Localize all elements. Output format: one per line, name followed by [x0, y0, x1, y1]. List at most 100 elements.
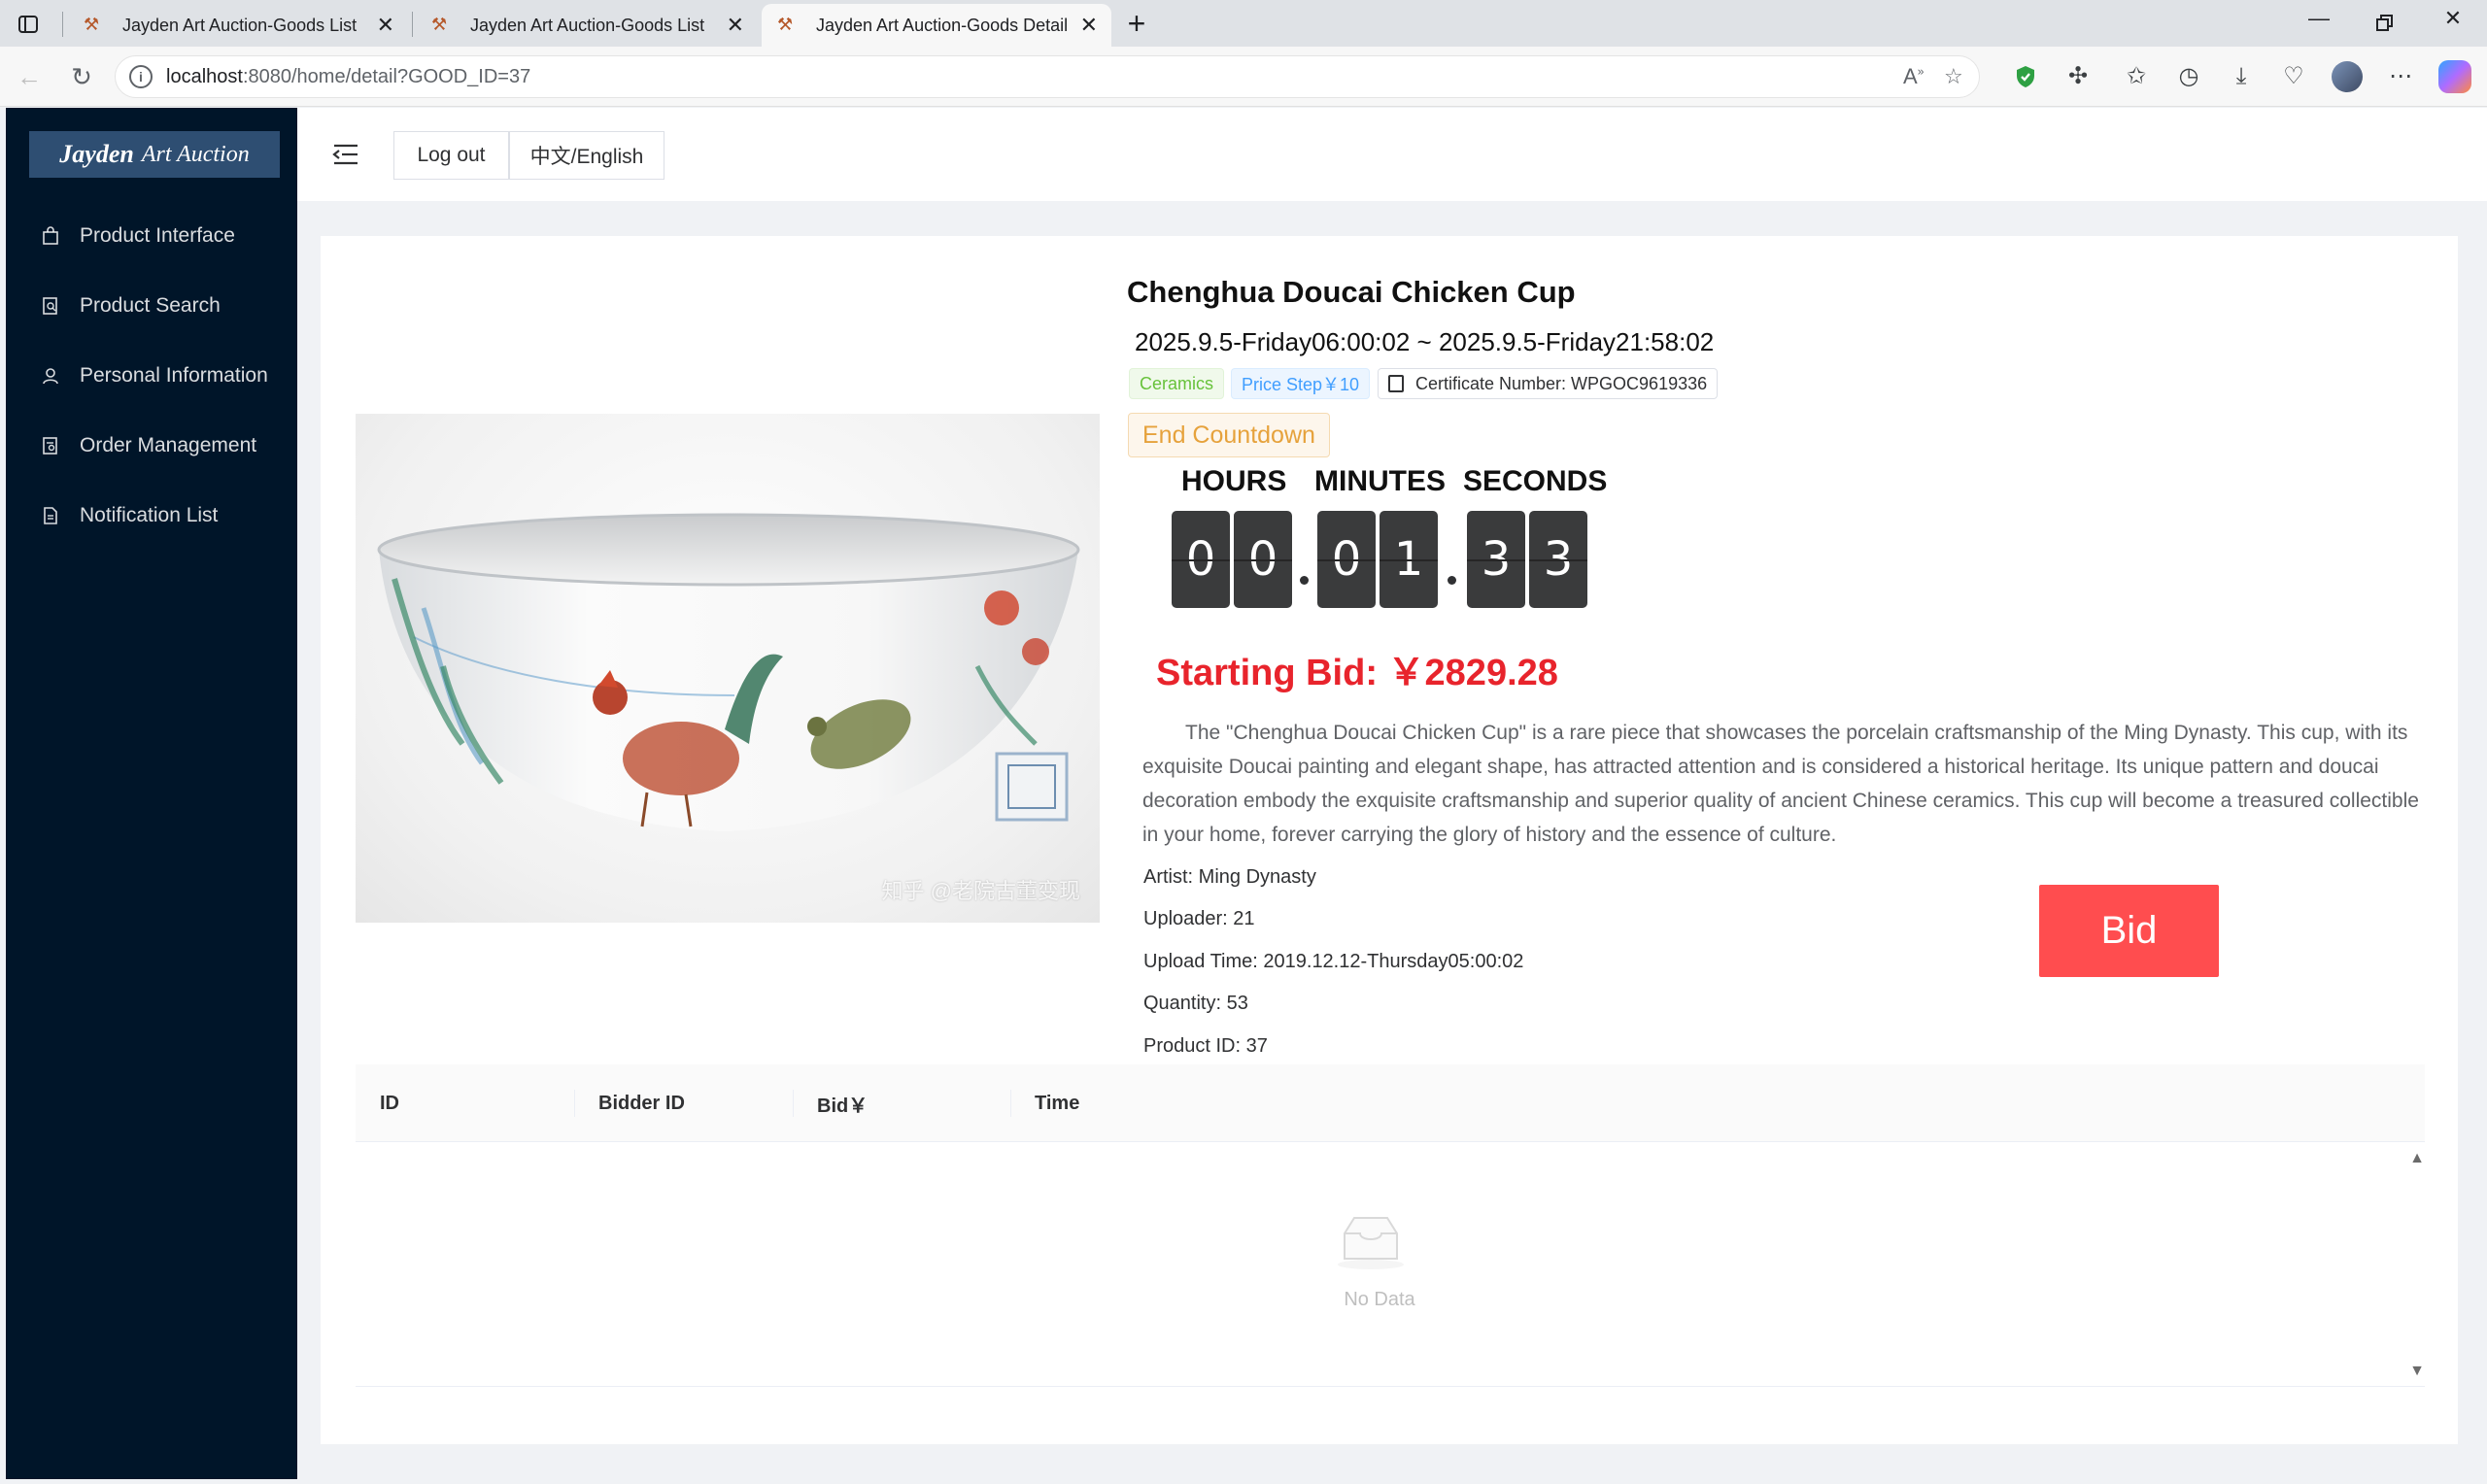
scroll-up-arrow-icon[interactable]: ▲ — [2409, 1150, 2425, 1167]
certificate-icon — [1388, 375, 1404, 392]
gavel-icon: ⚒ — [777, 15, 794, 34]
sidebar-item-label: Product Search — [80, 294, 221, 317]
countdown-digit: 3 — [1467, 511, 1525, 608]
bid-table-body: ▲ No Data ▼ — [356, 1142, 2425, 1387]
language-toggle-button[interactable]: 中文/English — [509, 131, 664, 180]
close-icon[interactable]: ✕ — [727, 13, 744, 38]
user-icon — [43, 368, 58, 385]
download-icon[interactable]: ⤓ — [2225, 60, 2258, 93]
url-field[interactable]: i localhost:8080/home/detail?GOOD_ID=37 … — [115, 55, 1980, 98]
countdown-digit: 0 — [1172, 511, 1230, 608]
url-text: localhost:8080/home/detail?GOOD_ID=37 — [166, 66, 531, 87]
column-divider — [574, 1090, 575, 1117]
close-icon[interactable]: ✕ — [1080, 13, 1098, 38]
copilot-icon[interactable] — [2438, 60, 2471, 93]
profile-avatar[interactable] — [2332, 61, 2363, 92]
document-icon — [44, 507, 57, 524]
image-watermark: 知乎 @老院古董变现 — [881, 879, 1080, 903]
product-description: The "Chenghua Doucai Chicken Cup" is a r… — [1142, 722, 2419, 846]
read-aloud-icon[interactable]: A» — [1903, 64, 1924, 89]
browser-address-bar: ← ↻ i localhost:8080/home/detail?GOOD_ID… — [0, 47, 2487, 107]
certificate-number: Certificate Number: WPGOC9619336 — [1415, 373, 1708, 393]
quantity-info: Quantity: 53 — [1143, 993, 1248, 1014]
category-tag: Ceramics — [1129, 368, 1225, 399]
uploader-info: Uploader: 21 — [1143, 908, 1255, 929]
shopping-bag-icon — [43, 226, 58, 245]
sidebar-item-label: Order Management — [80, 434, 257, 456]
browser-tab-goods-list-2[interactable]: ⚒ Jayden Art Auction-Goods List ✕ — [416, 4, 758, 47]
info-icon[interactable]: i — [129, 65, 153, 88]
back-arrow-icon[interactable]: ← — [12, 60, 47, 95]
cup-illustration — [377, 513, 1080, 831]
app-logo[interactable]: Jayden Art Auction — [29, 131, 280, 178]
product-image: 知乎 @老院古董变现 — [356, 414, 1100, 923]
upload-time-info: Upload Time: 2019.12.12-Thursday05:00:02 — [1143, 951, 1524, 972]
sidebar-item-product-interface[interactable]: Product Interface — [6, 209, 297, 263]
sidebar-item-notification-list[interactable]: Notification List — [6, 489, 297, 543]
new-tab-icon[interactable]: + — [1117, 4, 1156, 43]
minutes-label: MINUTES — [1314, 465, 1446, 497]
countdown-digit: 0 — [1317, 511, 1376, 608]
tab-title: Jayden Art Auction-Goods List — [122, 15, 358, 35]
restore-icon[interactable] — [2361, 6, 2409, 39]
tab-title: Jayden Art Auction-Goods Detail — [816, 15, 1069, 35]
column-header-id[interactable]: ID — [380, 1064, 399, 1142]
sidebar-item-product-search[interactable]: Product Search — [6, 279, 297, 333]
gavel-icon: ⚒ — [84, 15, 100, 34]
sidebar: Jayden Art Auction Product Interface Pro… — [6, 108, 297, 1479]
auction-date-range: 2025.9.5-Friday06:00:02 ~ 2025.9.5-Frida… — [1135, 327, 1715, 356]
product-id-info: Product ID: 37 — [1143, 1035, 1268, 1057]
history-icon[interactable]: ◷ — [2172, 60, 2205, 93]
seconds-label: SECONDS — [1463, 465, 1608, 497]
search-document-icon — [43, 297, 57, 315]
empty-inbox-icon — [1338, 1217, 1404, 1269]
window-close-icon[interactable]: ✕ — [2429, 6, 2477, 31]
extensions-puzzle-icon[interactable]: ✣ — [2061, 60, 2095, 93]
product-detail-card: 知乎 @老院古董变现 Chenghua Doucai Chicken Cup 2… — [321, 236, 2458, 1444]
reload-icon[interactable]: ↻ — [64, 60, 99, 95]
hours-label: HOURS — [1181, 465, 1287, 497]
price-step-tag: Price Step￥10 — [1231, 368, 1371, 399]
countdown-digit: 3 — [1529, 511, 1587, 608]
starting-bid: Starting Bid: ￥2829.28 — [1156, 653, 1558, 693]
logout-button[interactable]: Log out — [393, 131, 509, 180]
browser-tab-bar: ⚒ Jayden Art Auction-Goods List ✕ ⚒ Jayd… — [0, 0, 2487, 47]
countdown-separator — [1448, 576, 1456, 585]
empty-state-text: No Data — [1344, 1289, 1415, 1310]
shield-extension-icon[interactable] — [2009, 60, 2042, 93]
tab-actions-icon[interactable] — [12, 8, 45, 41]
scroll-down-arrow-icon[interactable]: ▼ — [2409, 1363, 2425, 1380]
certificate-tag: Certificate Number: WPGOC9619336 — [1378, 368, 1719, 399]
column-divider — [793, 1090, 794, 1117]
browser-tab-goods-detail[interactable]: ⚒ Jayden Art Auction-Goods Detail ✕ — [762, 4, 1111, 47]
close-icon[interactable]: ✕ — [377, 13, 394, 38]
column-header-time[interactable]: Time — [1035, 1064, 1079, 1142]
sidebar-item-label: Product Interface — [80, 224, 235, 247]
browser-tab-goods-list-1[interactable]: ⚒ Jayden Art Auction-Goods List ✕ — [68, 4, 408, 47]
sidebar-item-label: Notification List — [80, 504, 219, 526]
product-title: Chenghua Doucai Chicken Cup — [1127, 275, 1576, 309]
top-header: Log out 中文/English — [297, 108, 2487, 201]
end-countdown-label: End Countdown — [1128, 413, 1330, 457]
column-divider — [1010, 1090, 1011, 1117]
countdown-digit: 0 — [1234, 511, 1292, 608]
column-header-bidder-id[interactable]: Bidder ID — [598, 1064, 685, 1142]
sidebar-item-label: Personal Information — [80, 364, 268, 387]
sidebar-item-order-management[interactable]: Order Management — [6, 419, 297, 473]
tab-separator — [62, 12, 63, 37]
order-document-icon — [43, 437, 57, 455]
favorites-icon[interactable]: ✩ — [2120, 60, 2153, 93]
performance-heart-icon[interactable]: ♡ — [2277, 60, 2310, 93]
favorite-star-icon[interactable]: ☆ — [1944, 64, 1963, 89]
collapse-menu-icon[interactable] — [332, 143, 359, 166]
countdown-separator — [1300, 576, 1309, 585]
bid-table-header: ID Bidder ID Bid￥ Time — [356, 1064, 2425, 1142]
tab-title: Jayden Art Auction-Goods List — [470, 15, 705, 35]
minimize-icon[interactable]: — — [2295, 6, 2343, 31]
column-header-bid[interactable]: Bid￥ — [817, 1064, 868, 1142]
tab-separator — [412, 12, 413, 37]
bid-button[interactable]: Bid — [2039, 885, 2219, 977]
sidebar-item-personal-information[interactable]: Personal Information — [6, 349, 297, 403]
countdown-digit: 1 — [1380, 511, 1438, 608]
more-options-icon[interactable]: ⋯ — [2384, 60, 2417, 93]
